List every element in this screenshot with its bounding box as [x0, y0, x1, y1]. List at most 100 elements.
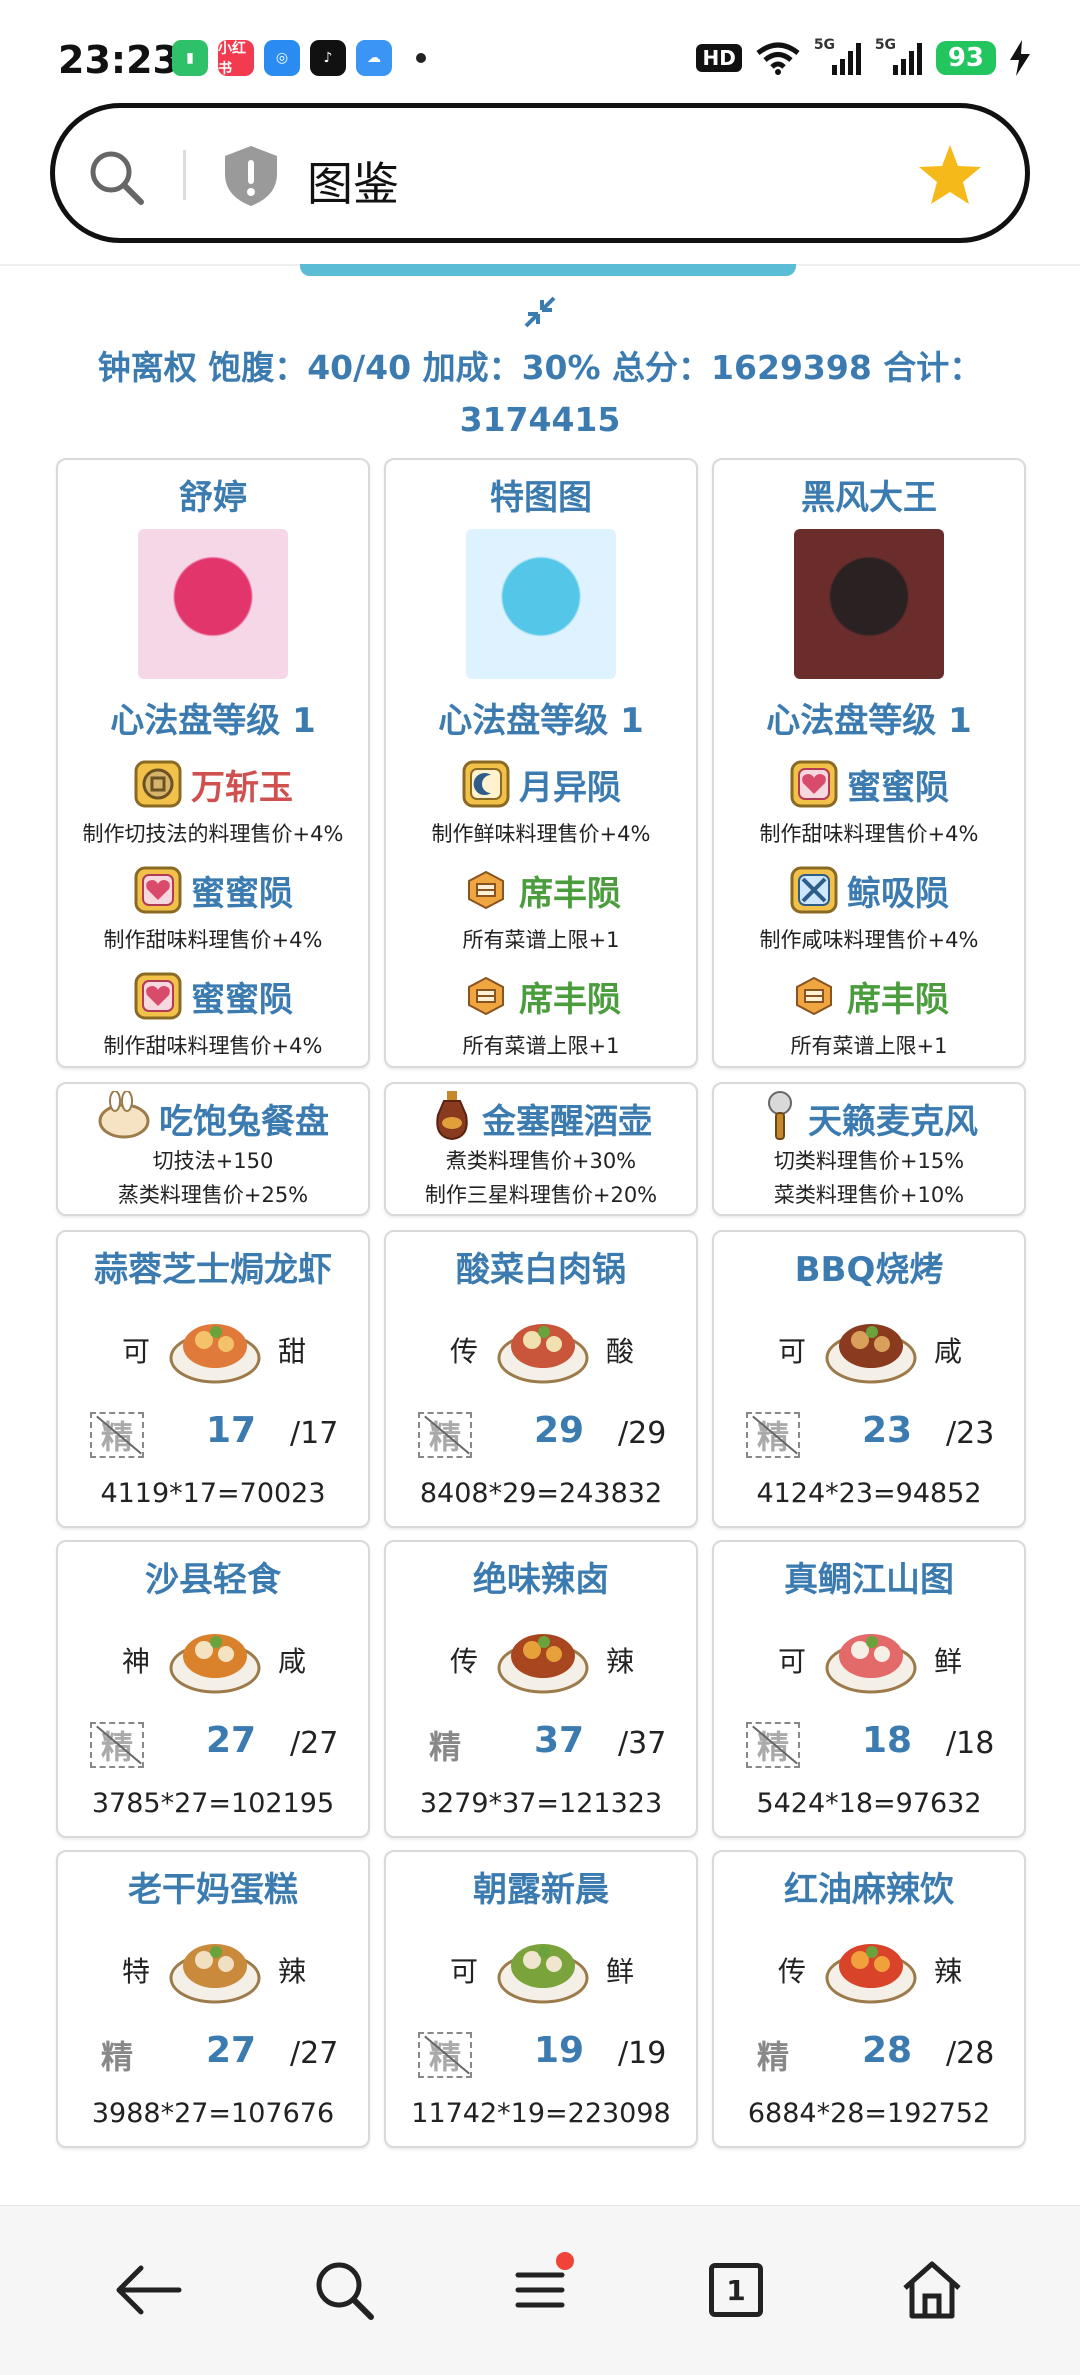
chef-card[interactable]: 特图图 心法盘等级 1 月异陨 制作鲜味料理售价+4% 席丰陨 所有菜谱上限+1 席丰陨 所有…: [384, 458, 698, 1068]
refine-toggle[interactable]: 精: [90, 1722, 144, 1768]
rune-row[interactable]: 蜜蜜陨: [714, 758, 1024, 810]
address-bar[interactable]: 图鉴: [50, 103, 1030, 243]
page-title[interactable]: 图鉴: [307, 148, 399, 214]
bookmark-star-icon[interactable]: [917, 142, 983, 208]
dish-card[interactable]: 沙县轻食神咸精 27/27 3785*27=102195: [56, 1540, 370, 1838]
rune-row[interactable]: 鲸吸陨: [714, 864, 1024, 916]
tabs-button[interactable]: 1: [696, 2250, 776, 2330]
dish-grade: 神: [122, 1645, 151, 1678]
dish-score-formula: 11742*19=223098: [411, 2098, 671, 2129]
rune-row[interactable]: 月异陨: [386, 758, 696, 810]
dish-flavor: 咸: [933, 1335, 962, 1368]
dish-count[interactable]: 28: [862, 2030, 912, 2071]
rune-name: 蜜蜜陨: [191, 873, 293, 914]
battery-app-icon: ▮: [172, 40, 208, 76]
dish-info-row: 可甜: [58, 1296, 368, 1400]
dish-count[interactable]: 17: [206, 1410, 256, 1451]
dish-count[interactable]: 29: [534, 1410, 584, 1451]
refine-toggle[interactable]: 精: [746, 1412, 800, 1458]
dish-card[interactable]: 酸菜白肉锅传酸精 29/29 8408*29=243832: [384, 1230, 698, 1528]
dish-count[interactable]: 37: [534, 1720, 584, 1761]
rune-row[interactable]: 席丰陨: [386, 864, 696, 916]
collapse-icon[interactable]: [522, 294, 558, 330]
rune-description: 所有菜谱上限+1: [462, 928, 620, 952]
dish-card[interactable]: 老干妈蛋糕特辣精 27/27 3988*27=107676: [56, 1850, 370, 2148]
dish-card[interactable]: 朝露新晨可鲜精 19/19 11742*19=223098: [384, 1850, 698, 2148]
rune-name: 席丰陨: [847, 979, 949, 1020]
menu-button[interactable]: [500, 2250, 580, 2330]
home-icon: [903, 2261, 961, 2319]
coin-rune-icon: [133, 759, 183, 809]
search-button[interactable]: [304, 2250, 384, 2330]
rune-description: 制作切技法的料理售价+4%: [82, 822, 344, 846]
dish-name: BBQ烧烤: [794, 1250, 944, 1290]
more-notifications-dot: [416, 53, 426, 63]
refine-toggle[interactable]: 精: [418, 1412, 472, 1458]
equipment-card[interactable]: 天籁麦克风 切类料理售价+15% 菜类料理售价+10%: [712, 1082, 1026, 1216]
search-icon[interactable]: [85, 146, 149, 210]
dish-max: /37: [618, 1726, 667, 1761]
baidu-app-icon: ◎: [264, 40, 300, 76]
rune-description: 制作甜味料理售价+4%: [103, 1034, 323, 1058]
rune-description: 制作甜味料理售价+4%: [103, 928, 323, 952]
dish-image: [166, 1916, 264, 2014]
refine-toggle[interactable]: 精: [746, 1722, 800, 1768]
chef-card[interactable]: 舒婷 心法盘等级 1 万斩玉 制作切技法的料理售价+4% 蜜蜜陨 制作甜味料理售价+4% 蜜…: [56, 458, 370, 1068]
rabbit-plate-icon: [97, 1090, 151, 1145]
rune-name: 万斩玉: [191, 767, 293, 808]
chef-portrait: [466, 529, 616, 679]
dish-count[interactable]: 27: [206, 1720, 256, 1761]
dish-count-row: 精 19/19: [386, 2028, 696, 2078]
equipment-card[interactable]: 金塞醒酒壶 煮类料理售价+30% 制作三星料理售价+20%: [384, 1082, 698, 1216]
rune-name: 鲸吸陨: [847, 873, 949, 914]
home-button[interactable]: [892, 2250, 972, 2330]
dish-card[interactable]: 真鲷江山图可鲜精 18/18 5424*18=97632: [712, 1540, 1026, 1838]
dish-count[interactable]: 19: [534, 2030, 584, 2071]
refine-toggle[interactable]: 精: [90, 1412, 144, 1458]
dish-max: /17: [290, 1416, 339, 1451]
dish-grade: 可: [122, 1335, 151, 1368]
weather-app-icon: ☁: [356, 40, 392, 76]
refine-toggle[interactable]: 精: [746, 2032, 800, 2078]
dish-grade: 传: [450, 1645, 479, 1678]
refine-toggle[interactable]: 精: [418, 2032, 472, 2078]
dish-count[interactable]: 23: [862, 1410, 912, 1451]
dish-flavor: 鲜: [933, 1645, 962, 1678]
rune-row[interactable]: 蜜蜜陨: [58, 970, 368, 1022]
rune-name: 月异陨: [519, 767, 621, 808]
chef-grid: 舒婷 心法盘等级 1 万斩玉 制作切技法的料理售价+4% 蜜蜜陨 制作甜味料理售价+4% 蜜…: [56, 458, 1026, 1068]
dish-card[interactable]: 红油麻辣饮传辣精 28/28 6884*28=192752: [712, 1850, 1026, 2148]
shield-warning-icon[interactable]: [221, 144, 281, 208]
dish-card[interactable]: BBQ烧烤可咸精 23/23 4124*23=94852: [712, 1230, 1026, 1528]
dish-count[interactable]: 27: [206, 2030, 256, 2071]
refine-toggle[interactable]: 精: [418, 1722, 472, 1768]
dish-max: /18: [946, 1726, 995, 1761]
dish-count-row: 精 23/23: [714, 1408, 1024, 1458]
notification-icons: ▮ 小红书 ◎ ♪ ☁: [172, 40, 426, 77]
chef-card[interactable]: 黑风大王 心法盘等级 1 蜜蜜陨 制作甜味料理售价+4% 鲸吸陨 制作咸味料理售价+4% 席…: [712, 458, 1026, 1068]
dish-image: [494, 1606, 592, 1704]
refine-toggle[interactable]: 精: [90, 2032, 144, 2078]
dish-grade: 可: [778, 1335, 807, 1368]
back-arrow-icon: [116, 2265, 182, 2315]
rune-row[interactable]: 万斩玉: [58, 758, 368, 810]
dish-card[interactable]: 蒜蓉芝士焗龙虾可甜精 17/17 4119*17=70023: [56, 1230, 370, 1528]
dish-grid: 蒜蓉芝士焗龙虾可甜精 17/17 4119*17=70023 酸菜白肉锅传酸精 29/2…: [56, 1230, 1026, 2148]
rune-row[interactable]: 席丰陨: [386, 970, 696, 1022]
dish-flavor: 鲜: [605, 1955, 634, 1988]
battery-level: 93: [935, 41, 996, 75]
equipment-header: 吃饱兔餐盘: [58, 1090, 368, 1145]
dish-count[interactable]: 18: [862, 1720, 912, 1761]
equipment-effect: 制作三星料理售价+20%: [424, 1183, 658, 1207]
dish-max: /27: [290, 2036, 339, 2071]
rune-row[interactable]: 席丰陨: [714, 970, 1024, 1022]
equipment-card[interactable]: 吃饱兔餐盘 切技法+150 蒸类料理售价+25%: [56, 1082, 370, 1216]
rune-row[interactable]: 蜜蜜陨: [58, 864, 368, 916]
dish-score-formula: 4119*17=70023: [100, 1478, 326, 1509]
back-button[interactable]: [108, 2250, 188, 2330]
dish-card[interactable]: 绝味辣卤传辣精 37/37 3279*37=121323: [384, 1540, 698, 1838]
dish-flavor: 辣: [605, 1645, 634, 1678]
dish-name: 老干妈蛋糕: [128, 1870, 298, 1910]
equipment-effect: 蒸类料理售价+25%: [117, 1183, 309, 1207]
feast-rune-icon: [461, 865, 511, 915]
